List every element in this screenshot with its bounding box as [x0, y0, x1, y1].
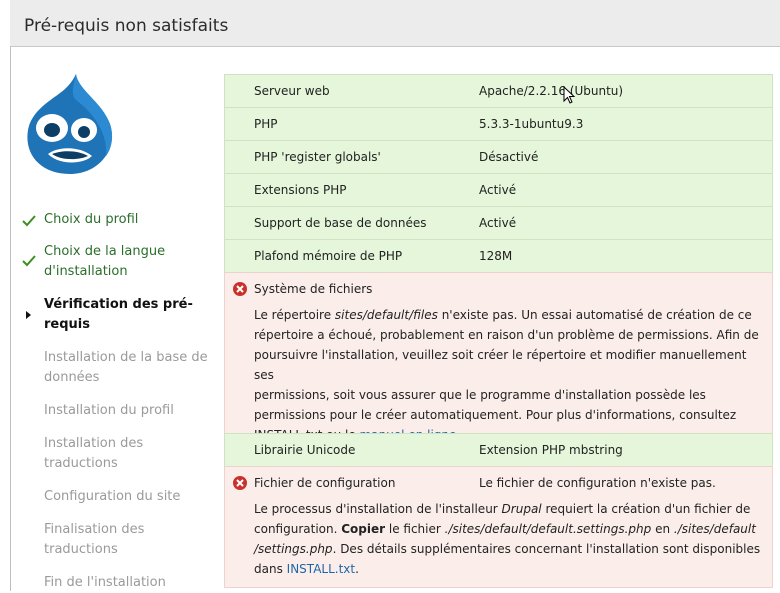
- requirement-value: Activé: [479, 216, 517, 230]
- step-install-translations: Installation des traductions: [14, 434, 214, 474]
- table-row-unicode: Librairie Unicode Extension PHP mbstring: [224, 433, 773, 467]
- mouse-cursor-icon: [563, 86, 576, 104]
- step-verify-requirements: Vérification des pré-requis: [14, 295, 214, 335]
- text: Drupal: [501, 502, 542, 516]
- requirement-label: Plafond mémoire de PHP: [254, 249, 403, 263]
- path-text: sites/default/files: [334, 308, 438, 322]
- requirement-value: Désactivé: [479, 150, 539, 164]
- step-label: Configuration du site: [44, 489, 181, 504]
- desc-line: répertoire a échoué, probablement en rai…: [254, 328, 759, 342]
- requirement-label: PHP: [254, 117, 278, 131]
- text: n'existe pas. Un essai automatisé de cré…: [437, 308, 752, 322]
- page-header: Pré-requis non satisfaits: [10, 0, 780, 47]
- requirement-label: Extensions PHP: [254, 183, 347, 197]
- check-icon: [22, 215, 36, 227]
- config-description: Le processus d'installation de l'install…: [254, 499, 766, 579]
- text: en: [651, 522, 674, 536]
- current-step-arrow-icon: [26, 311, 31, 319]
- text: Le répertoire: [254, 308, 335, 322]
- step-install-profile: Installation du profil: [14, 401, 214, 421]
- desc-line: permissions pour le créer automatiquemen…: [254, 408, 737, 422]
- window-border: [10, 0, 11, 591]
- requirement-value: Extension PHP mbstring: [479, 443, 623, 457]
- requirement-label: Système de fichiers: [254, 282, 373, 296]
- path-text: /settings.php: [254, 542, 333, 556]
- step-label: Installation du profil: [44, 403, 174, 418]
- table-row-filesystem: Système de fichiers Le répertoire sites/…: [224, 272, 773, 442]
- install-txt-link[interactable]: INSTALL.txt: [287, 562, 355, 576]
- desc-line: Le répertoire sites/default/files n'exis…: [254, 305, 766, 325]
- check-icon: [22, 255, 36, 267]
- step-site-configuration: Configuration du site: [14, 487, 214, 507]
- table-row-config-file: Fichier de configuration Le fichier de c…: [224, 466, 773, 588]
- step-choose-profile: Choix du profil: [14, 210, 214, 230]
- error-icon: [233, 282, 247, 296]
- table-row-register-globals: PHP 'register globals' Désactivé: [224, 140, 773, 174]
- step-label: Installation des traductions: [44, 436, 144, 471]
- requirement-value: 5.3.3-1ubuntu9.3: [479, 117, 584, 131]
- step-label: Fin de l'installation: [44, 575, 166, 590]
- requirement-label: Librairie Unicode: [254, 443, 356, 457]
- desc-line: dans INSTALL.txt.: [254, 559, 766, 579]
- requirement-label: Fichier de configuration: [254, 476, 396, 490]
- table-row-php: PHP 5.3.3-1ubuntu9.3: [224, 107, 773, 141]
- table-row-web-server: Serveur web Apache/2.2.16 (Ubuntu): [224, 74, 773, 108]
- text: dans: [254, 562, 287, 576]
- page-title: Pré-requis non satisfaits: [24, 16, 229, 36]
- step-label: Choix de la langue d'installation: [44, 244, 166, 279]
- path-text: ./sites/default/default.settings.php: [444, 522, 652, 536]
- step-label: Installation de la base de données: [44, 350, 208, 385]
- desc-line: /settings.php. Des détails supplémentair…: [254, 539, 766, 559]
- error-icon: [233, 476, 247, 490]
- desc-line: configuration. Copier le fichier ./sites…: [254, 519, 766, 539]
- step-finalize-translations: Finalisation des traductions: [14, 520, 214, 560]
- text: Copier: [341, 522, 386, 536]
- step-label: Finalisation des traductions: [44, 522, 145, 557]
- step-finish-install: Fin de l'installation: [14, 573, 214, 593]
- desc-line: poursuivre l'installation, veuillez soit…: [254, 348, 747, 382]
- path-text: ./sites/default: [673, 522, 756, 536]
- step-label: Vérification des pré-requis: [44, 297, 193, 332]
- text: Le processus d'installation de l'install…: [254, 502, 502, 516]
- table-row-memory: Plafond mémoire de PHP 128M: [224, 239, 773, 273]
- drupal-logo: [27, 74, 113, 174]
- step-install-database: Installation de la base de données: [14, 348, 214, 388]
- requirement-value: 128M: [479, 249, 513, 263]
- requirement-label: Support de base de données: [254, 216, 427, 230]
- text: . Des détails supplémentaires concernant…: [332, 542, 761, 556]
- requirement-value: Le fichier de configuration n'existe pas…: [479, 476, 716, 490]
- text: .: [355, 562, 359, 576]
- desc-line: Le processus d'installation de l'install…: [254, 499, 766, 519]
- text: requiert la création d'un fichier de: [541, 502, 751, 516]
- requirement-label: PHP 'register globals': [254, 150, 381, 164]
- requirement-label: Serveur web: [254, 84, 330, 98]
- desc-line: permissions, soit vous assurer que le pr…: [254, 388, 706, 402]
- step-label: Choix du profil: [44, 212, 139, 227]
- filesystem-description: Le répertoire sites/default/files n'exis…: [254, 305, 766, 445]
- requirement-value: Activé: [479, 183, 517, 197]
- table-row-extensions: Extensions PHP Activé: [224, 173, 773, 207]
- step-choose-language: Choix de la langue d'installation: [14, 242, 214, 282]
- text: le fichier: [385, 522, 445, 536]
- table-row-database: Support de base de données Activé: [224, 206, 773, 240]
- text: configuration.: [254, 522, 342, 536]
- requirement-value: Apache/2.2.16 (Ubuntu): [479, 84, 624, 98]
